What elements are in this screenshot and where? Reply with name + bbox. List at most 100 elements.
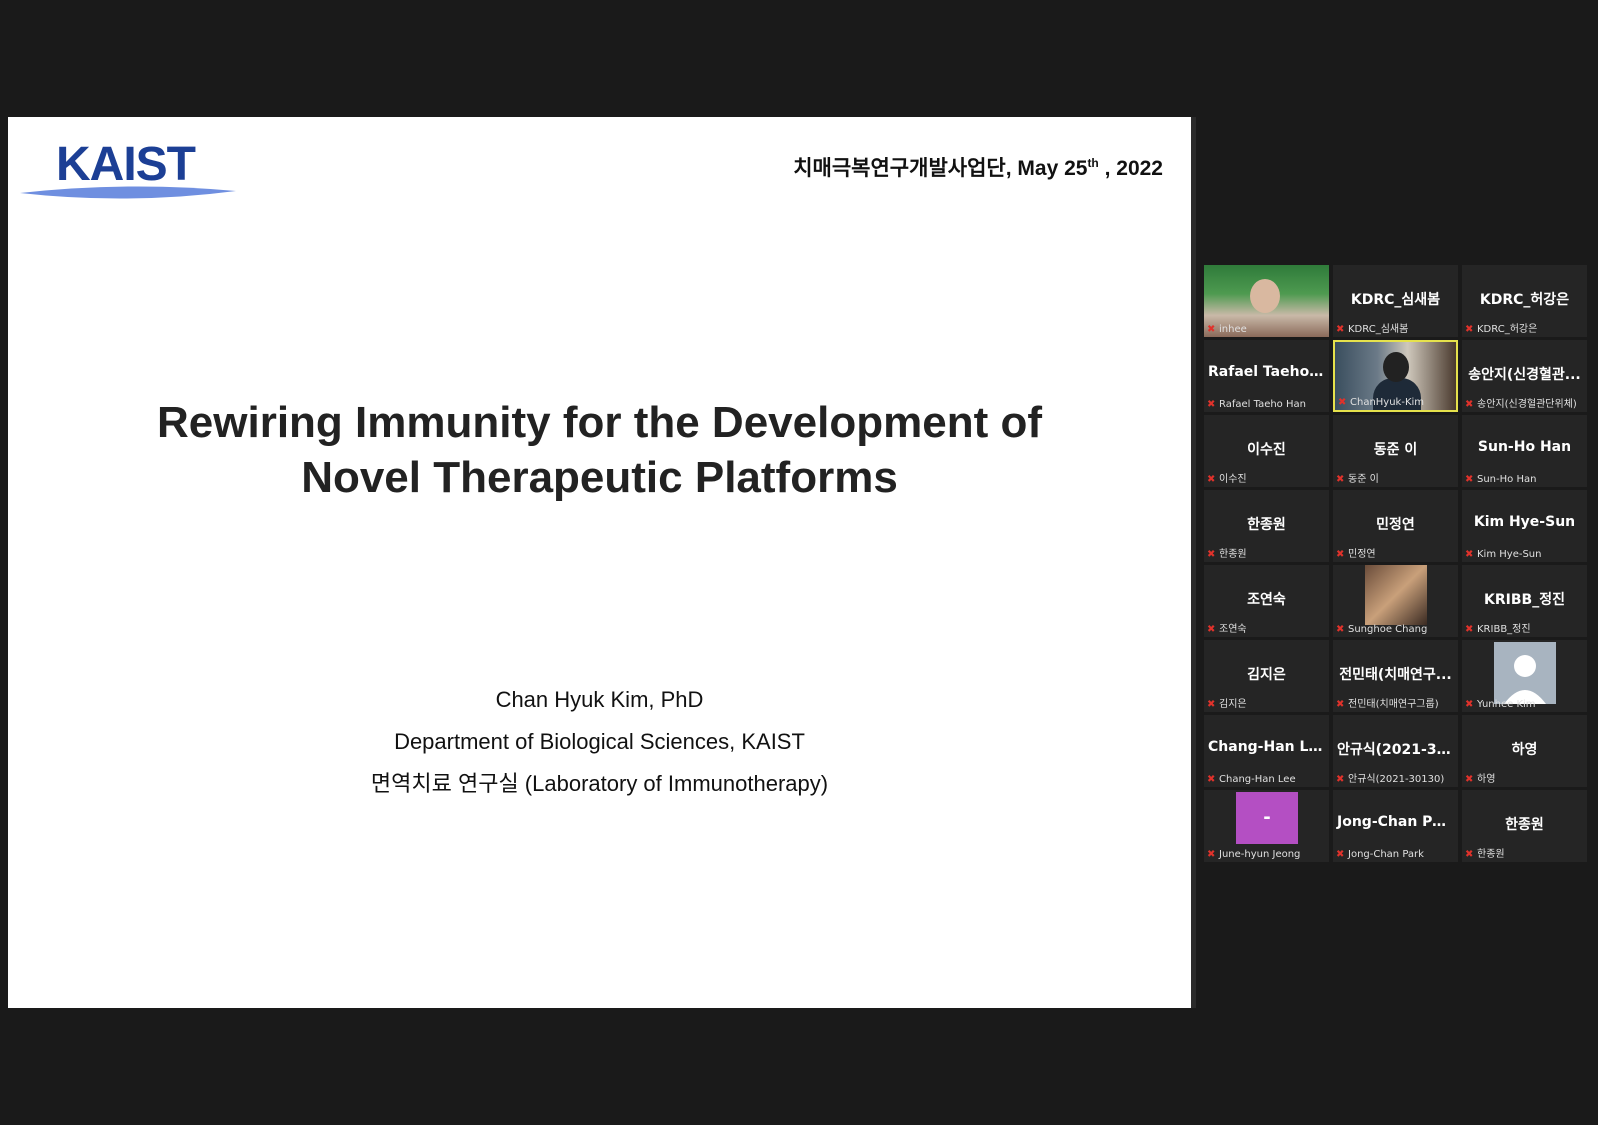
participant-label-text: Rafael Taeho Han [1219,399,1306,410]
participant-label-text: 송안지(신경혈관단위체) [1477,399,1577,410]
participant-tile[interactable]: Chang-Han Lee ✖ Chang-Han Lee [1204,715,1329,787]
participant-tile[interactable]: KDRC_심새봄 ✖ KDRC_심새봄 [1333,265,1458,337]
participant-name-label: ✖ 한종원 [1207,545,1326,560]
participant-display-name: 동준 이 [1373,442,1418,458]
participant-tile[interactable]: Jong-Chan Park ✖ Jong-Chan Park [1333,790,1458,862]
participant-display-name: Jong-Chan Park [1337,814,1458,830]
mic-muted-icon: ✖ [1465,549,1474,560]
participant-name-label: ✖ KDRC_심새봄 [1336,320,1455,335]
mic-muted-icon: ✖ [1465,399,1474,410]
participant-tile[interactable]: 송안지(신경혈관... ✖ 송안지(신경혈관단위체) [1462,340,1587,412]
participant-tile[interactable]: 한종원 ✖ 한종원 [1462,790,1587,862]
mic-muted-icon: ✖ [1338,397,1347,408]
participant-label-text: 안규식(2021-30130) [1348,774,1445,785]
participant-name-label: ✖ 민정연 [1336,545,1455,560]
participant-display-name: Sun-Ho Han [1477,439,1572,455]
mic-muted-icon: ✖ [1465,774,1474,785]
mic-muted-icon: ✖ [1207,849,1216,860]
initial-avatar: - [1236,792,1298,844]
participant-name-label: ✖ Yunhee Kim [1465,699,1584,710]
participant-tile[interactable]: ✖ ChanHyuk-Kim [1333,340,1458,412]
participant-tile[interactable]: 전민태(치매연구... ✖ 전민태(치매연구그룹) [1333,640,1458,712]
presenter-info: Chan Hyuk Kim, PhD Department of Biologi… [8,679,1191,805]
participant-name-label: ✖ 조연숙 [1207,620,1326,635]
mic-muted-icon: ✖ [1207,774,1216,785]
mic-muted-icon: ✖ [1336,549,1345,560]
participant-tile[interactable]: 안규식(2021-30... ✖ 안규식(2021-30130) [1333,715,1458,787]
participant-tile[interactable]: Kim Hye-Sun ✖ Kim Hye-Sun [1462,490,1587,562]
participant-display-name: 한종원 [1505,817,1544,833]
participant-label-text: 김지은 [1219,699,1247,710]
default-avatar-icon [1494,642,1556,704]
participant-name-label: ✖ 동준 이 [1336,470,1455,485]
mic-muted-icon: ✖ [1336,849,1345,860]
participant-name-label: ✖ 김지은 [1207,695,1326,710]
participant-label-text: Sun-Ho Han [1477,474,1537,485]
participant-display-name: 하영 [1511,742,1538,758]
participant-label-text: KDRC_심새봄 [1348,324,1409,335]
participant-tile[interactable]: 한종원 ✖ 한종원 [1204,490,1329,562]
mic-muted-icon: ✖ [1336,774,1345,785]
participant-tile[interactable]: ✖ Sunghoe Chang [1333,565,1458,637]
participant-display-name: 전민태(치매연구... [1339,667,1452,683]
mic-muted-icon: ✖ [1207,399,1216,410]
logo-swoosh-icon [20,186,236,199]
participant-name-label: ✖ Chang-Han Lee [1207,774,1326,785]
participant-tile[interactable]: 조연숙 ✖ 조연숙 [1204,565,1329,637]
participant-label-text: 민정연 [1348,549,1376,560]
participant-tile[interactable]: 동준 이 ✖ 동준 이 [1333,415,1458,487]
participant-tile[interactable]: - ✖ June-hyun Jeong [1204,790,1329,862]
slide-title: Rewiring Immunity for the Development of… [157,398,1042,502]
participant-name-label: ✖ KRIBB_정진 [1465,620,1584,635]
participant-tile[interactable]: 하영 ✖ 하영 [1462,715,1587,787]
participant-tile[interactable]: 김지은 ✖ 김지은 [1204,640,1329,712]
participant-tile[interactable]: ✖ Yunhee Kim [1462,640,1587,712]
participant-label-text: 이수진 [1219,474,1247,485]
participant-tile[interactable]: KDRC_허강은 ✖ KDRC_허강은 [1462,265,1587,337]
participant-display-name: 김지은 [1247,667,1286,683]
participant-tile[interactable]: KRIBB_정진 ✖ KRIBB_정진 [1462,565,1587,637]
person-silhouette [1383,352,1409,382]
mic-muted-icon: ✖ [1336,474,1345,485]
participant-name-label: ✖ 하영 [1465,770,1584,785]
participant-name-label: ✖ Sunghoe Chang [1336,624,1455,635]
participant-gallery: ✖ inhee KDRC_심새봄 ✖ KDRC_심새봄 KDRC_허강은 ✖ KDRC_허강은… [1204,265,1591,862]
participant-label-text: Yunhee Kim [1477,699,1536,710]
participant-name-label: ✖ 이수진 [1207,470,1326,485]
participant-name-label: ✖ 한종원 [1465,845,1584,860]
participant-tile[interactable]: ✖ inhee [1204,265,1329,337]
participant-tile[interactable]: Sun-Ho Han ✖ Sun-Ho Han [1462,415,1587,487]
participant-tile[interactable]: 민정연 ✖ 민정연 [1333,490,1458,562]
mic-muted-icon: ✖ [1465,849,1474,860]
participant-label-text: inhee [1219,324,1247,335]
participant-name-label: ✖ Jong-Chan Park [1336,849,1455,860]
participant-label-text: Kim Hye-Sun [1477,549,1542,560]
mic-muted-icon: ✖ [1207,624,1216,635]
kaist-logo: KAIST [20,129,240,209]
participant-display-name: KDRC_심새봄 [1350,292,1441,308]
person-silhouette [1250,279,1280,313]
participant-tile[interactable]: 이수진 ✖ 이수진 [1204,415,1329,487]
participant-label-text: KDRC_허강은 [1477,324,1538,335]
participant-display-name: KDRC_허강은 [1479,292,1570,308]
participant-label-text: June-hyun Jeong [1219,849,1301,860]
participant-name-label: ✖ KDRC_허강은 [1465,320,1584,335]
mic-muted-icon: ✖ [1207,324,1216,335]
participant-name-label: ✖ Sun-Ho Han [1465,474,1584,485]
mic-muted-icon: ✖ [1336,699,1345,710]
mic-muted-icon: ✖ [1465,324,1474,335]
profile-photo [1365,565,1427,625]
participant-display-name: 이수진 [1247,442,1286,458]
participant-label-text: 조연숙 [1219,624,1247,635]
participant-name-label: ✖ 송안지(신경혈관단위체) [1465,395,1584,410]
participant-name-label: ✖ ChanHyuk-Kim [1338,397,1453,408]
mic-muted-icon: ✖ [1336,324,1345,335]
participant-label-text: 동준 이 [1348,474,1379,485]
mic-muted-icon: ✖ [1207,474,1216,485]
participant-label-text: 한종원 [1477,849,1505,860]
participant-display-name: 민정연 [1376,517,1415,533]
participant-name-label: ✖ Rafael Taeho Han [1207,399,1326,410]
participant-name-label: ✖ 전민태(치매연구그룹) [1336,695,1455,710]
participant-tile[interactable]: Rafael Taeho Han✖Rafael Taeho Han [1204,340,1329,412]
participant-display-name: KRIBB_정진 [1484,592,1565,608]
